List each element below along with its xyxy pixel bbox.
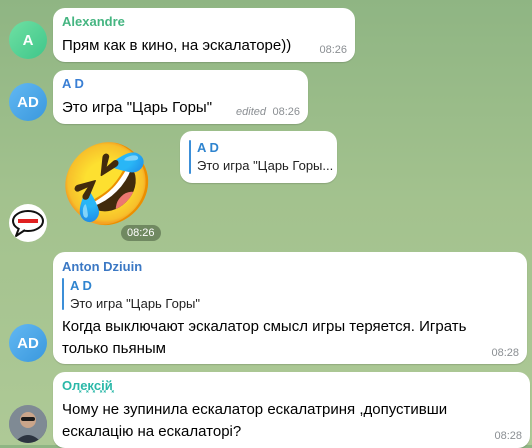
user-photo-icon <box>9 405 47 443</box>
message-text: Это игра "Царь Горы" <box>62 99 213 116</box>
sticker-time: 08:26 <box>121 225 161 241</box>
quote-text: Это игра "Царь Горы" <box>70 296 201 311</box>
avatar[interactable] <box>9 405 47 443</box>
message-time: 08:28 <box>494 430 522 442</box>
quote-bar <box>189 140 191 174</box>
rolling-laughing-icon: 🤣 <box>58 140 156 230</box>
message-time: 08:26 <box>272 106 300 118</box>
message-bubble[interactable]: Anton Dziuin A D Это игра "Царь Горы" Ко… <box>53 252 527 364</box>
avatar-initials: AD <box>17 334 39 352</box>
message-bubble[interactable]: Ол͓е͓к͓с͓і͓й͓ Чому не зупинила ескалатор… <box>53 372 530 448</box>
message-text-line: Когда выключают эскалатор смысл игры тер… <box>62 318 467 335</box>
avatar[interactable]: A <box>9 21 47 59</box>
avatar[interactable]: AD <box>9 83 47 121</box>
reply-preview-bubble[interactable]: A D Это игра "Царь Горы... <box>180 131 337 183</box>
message-bubble[interactable]: A D Это игра "Царь Горы" edited 08:26 <box>53 70 308 124</box>
quote-text: Это игра "Царь Горы... <box>197 158 334 173</box>
quote-sender: A D <box>70 278 92 293</box>
sticker-avatar[interactable] <box>9 204 47 242</box>
sticker[interactable]: 🤣 <box>57 140 157 230</box>
message-text-line: только пьяным <box>62 340 166 357</box>
edited-label: edited <box>236 106 266 118</box>
sender-name[interactable]: A D <box>62 76 84 91</box>
speech-bubble-icon <box>12 210 44 237</box>
avatar-initials: AD <box>17 93 39 111</box>
quote-sender: A D <box>197 140 219 155</box>
avatar[interactable]: AD <box>9 324 47 362</box>
message-time: 08:26 <box>319 44 347 56</box>
quote-bar <box>62 278 64 310</box>
sender-name[interactable]: Anton Dziuin <box>62 259 142 274</box>
sender-name[interactable]: Alexandre <box>62 14 125 29</box>
chat-history: A Alexandre Прям как в кино, на эскалато… <box>0 0 532 448</box>
message-time: 08:28 <box>491 347 519 359</box>
message-bubble[interactable]: Alexandre Прям как в кино, на эскалаторе… <box>53 8 355 62</box>
sender-name[interactable]: Ол͓е͓к͓с͓і͓й͓ <box>62 378 113 393</box>
message-text: Прям как в кино, на эскалаторе)) <box>62 37 292 54</box>
message-text-line: ескалацію на ескалаторі? <box>62 423 242 440</box>
avatar-initials: A <box>22 31 34 49</box>
message-text-line: Чому не зупинила ескалатор ескалатриня ,… <box>62 401 448 418</box>
